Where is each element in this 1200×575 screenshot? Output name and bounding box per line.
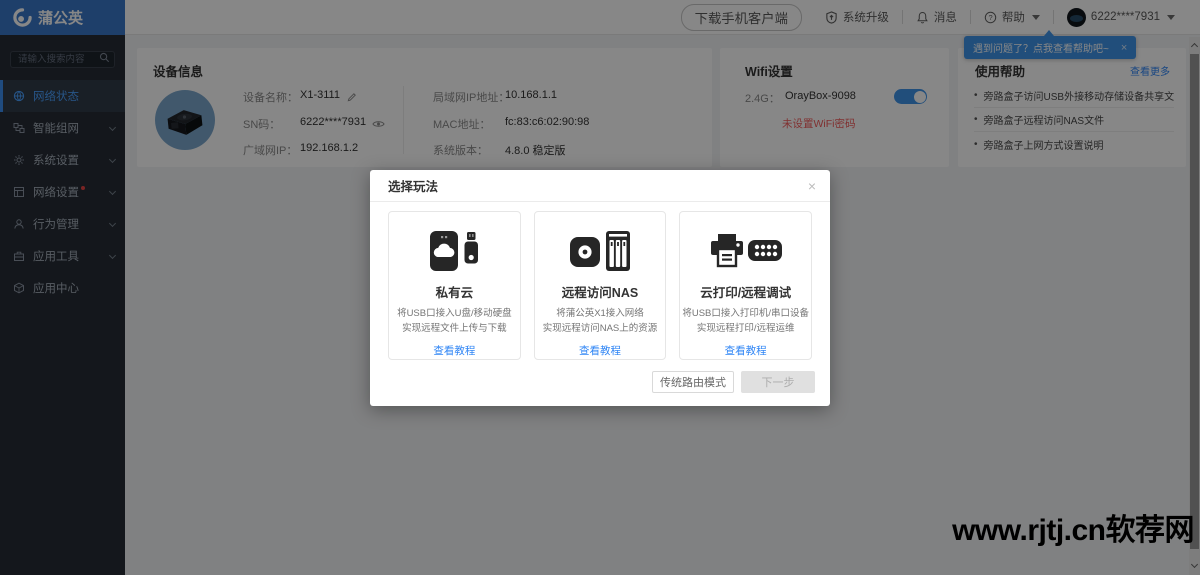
printer-serial-icon [680, 228, 811, 274]
nas-icon [535, 228, 666, 274]
close-icon[interactable]: × [808, 179, 816, 193]
option-description: 将蒲公英X1接入网络 实现远程访问NAS上的资源 [542, 308, 658, 334]
watermark: www.rjtj.cn软荐网 [952, 514, 1194, 547]
view-tutorial-link[interactable]: 查看教程 [579, 343, 621, 358]
app-window: 蒲公英 下载手机客户端 系统升级 消息 ? 帮助 6222****7931 请输… [0, 0, 1200, 575]
option-description: 将USB口接入打印机/串口设备 实现远程打印/远程运维 [682, 308, 810, 334]
modal-header: 选择玩法 × [370, 170, 830, 202]
traditional-router-mode-button[interactable]: 传统路由模式 [652, 371, 734, 393]
modal-body: 私有云 将USB口接入U盘/移动硬盘 实现远程文件上传与下载 查看教程 远程访问… [370, 202, 830, 360]
option-title: 私有云 [435, 286, 474, 300]
option-card-remote-nas[interactable]: 远程访问NAS 将蒲公英X1接入网络 实现远程访问NAS上的资源 查看教程 [533, 211, 667, 360]
option-title: 云打印/远程调试 [700, 286, 792, 300]
choose-mode-modal: 选择玩法 × 私有云 将USB口接入U盘/移动硬盘 实现远程文件上传与下载 查看… [370, 170, 830, 406]
option-title: 远程访问NAS [561, 286, 639, 300]
modal-footer: 传统路由模式 下一步 [652, 371, 815, 393]
view-tutorial-link[interactable]: 查看教程 [433, 343, 475, 358]
next-step-button[interactable]: 下一步 [741, 371, 815, 393]
view-tutorial-link[interactable]: 查看教程 [725, 343, 767, 358]
option-description: 将USB口接入U盘/移动硬盘 实现远程文件上传与下载 [397, 308, 512, 334]
modal-title: 选择玩法 [388, 180, 439, 194]
option-card-cloud-print[interactable]: 云打印/远程调试 将USB口接入打印机/串口设备 实现远程打印/远程运维 查看教… [679, 211, 813, 360]
private-cloud-icon [389, 228, 520, 274]
option-card-private-cloud[interactable]: 私有云 将USB口接入U盘/移动硬盘 实现远程文件上传与下载 查看教程 [388, 211, 521, 360]
